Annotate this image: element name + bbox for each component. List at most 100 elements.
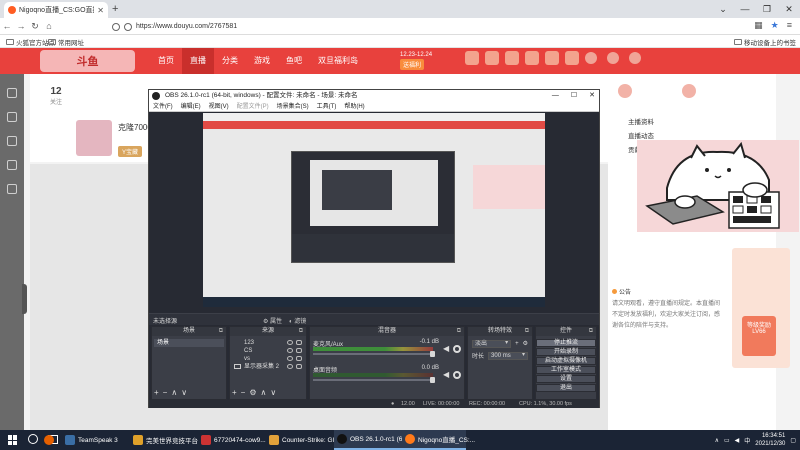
nav-live[interactable]: 直播 xyxy=(182,48,214,74)
speaker-icon[interactable]: ◀ xyxy=(443,345,451,353)
nav-games[interactable]: 游戏 xyxy=(246,48,278,74)
obs-maximize-icon[interactable]: ☐ xyxy=(571,90,577,102)
volume-slider[interactable] xyxy=(313,377,435,383)
clock[interactable]: 16:34:51 2021/12/30 xyxy=(755,432,785,448)
download-icon[interactable] xyxy=(465,51,479,65)
visibility-eye-icon[interactable] xyxy=(287,348,293,353)
visibility-eye-icon[interactable] xyxy=(287,340,293,345)
stop-streaming-button[interactable]: 停止推流 xyxy=(536,339,596,347)
upload-icon[interactable] xyxy=(585,52,597,64)
visibility-eye-icon[interactable] xyxy=(287,356,293,361)
transition-duration-input[interactable]: 300 ms xyxy=(488,351,528,360)
gift-icon[interactable] xyxy=(485,51,499,65)
new-tab-icon[interactable]: + xyxy=(112,3,118,15)
close-window-icon[interactable]: ✕ xyxy=(778,0,800,18)
volume-icon[interactable]: ◀ xyxy=(735,437,740,444)
sidebar-category-icon[interactable] xyxy=(7,136,17,146)
history-icon[interactable] xyxy=(505,51,519,65)
reader-icon[interactable]: ▦ xyxy=(754,20,763,31)
obs-titlebar[interactable]: OBS 26.1.0-rc1 (64-bit, windows) - 配置文件:… xyxy=(149,90,599,102)
sidebar-home-icon[interactable] xyxy=(7,88,17,98)
nav-home[interactable]: 首页 xyxy=(150,48,182,74)
menu-icon[interactable]: ≡ xyxy=(787,20,792,31)
browser-tab[interactable]: Nigoqno直播_CS:GO直播_斗鱼... ✕ xyxy=(4,2,108,18)
volume-slider-handle[interactable] xyxy=(430,351,435,357)
tray-up-arrow-icon[interactable]: ∧ xyxy=(715,437,719,444)
taskbar-app-csgo[interactable]: Counter-Strike: Gl... xyxy=(266,430,339,450)
transition-type-select[interactable]: 淡出 xyxy=(472,339,512,348)
sidebar-game-icon[interactable] xyxy=(7,160,17,170)
settings-button[interactable]: 设置 xyxy=(536,375,596,383)
message-icon[interactable] xyxy=(565,51,579,65)
fans-badge-icon[interactable] xyxy=(682,84,696,98)
reload-icon[interactable]: ↻ xyxy=(28,21,42,32)
menu-profile[interactable]: 配置文件(P) xyxy=(237,102,269,111)
source-item[interactable]: vs xyxy=(232,355,304,363)
move-up-icon[interactable]: ∧ xyxy=(261,389,267,397)
windows-start-icon[interactable] xyxy=(8,435,18,445)
nav-fishbar[interactable]: 鱼吧 xyxy=(278,48,310,74)
source-item[interactable]: 123 xyxy=(232,339,304,347)
level-reward-card[interactable]: 等级奖励 LV66 xyxy=(742,316,776,356)
search-icon[interactable] xyxy=(28,434,38,444)
menu-scene-collection[interactable]: 场景集合(S) xyxy=(277,102,309,111)
close-tab-icon[interactable]: ✕ xyxy=(97,6,104,15)
bookmark-star-icon[interactable]: ★ xyxy=(771,20,779,31)
restore-icon[interactable]: ❐ xyxy=(756,0,778,18)
home-icon[interactable]: ⌂ xyxy=(42,21,56,31)
nav-welfare[interactable]: 双旦福利岛 xyxy=(310,48,366,74)
mobile-bookmarks[interactable]: 移动设备上的书签 xyxy=(734,37,796,47)
transition-add-icon[interactable]: + xyxy=(515,341,519,347)
dock-pin-icon[interactable]: ⧉ xyxy=(589,327,593,336)
forward-icon[interactable]: → xyxy=(14,21,28,31)
taskbar-app-obs[interactable]: OBS 26.1.0-rc1 (6... xyxy=(334,430,408,450)
network-icon[interactable]: ▭ xyxy=(724,437,730,444)
minimize-icon[interactable]: — xyxy=(734,0,756,18)
sidebar-follow-icon[interactable] xyxy=(7,112,17,122)
menu-help[interactable]: 帮助(H) xyxy=(344,102,364,111)
volume-slider[interactable] xyxy=(313,351,435,357)
url-bar[interactable]: https://www.douyu.com/2767581 xyxy=(112,20,712,33)
menu-tools[interactable]: 工具(T) xyxy=(317,102,337,111)
menu-view[interactable]: 视图(V) xyxy=(209,102,229,111)
taskbar-app-document[interactable]: 67720474-cow9... xyxy=(198,430,266,450)
follow-icon[interactable] xyxy=(525,51,539,65)
dock-pin-icon[interactable]: ⧉ xyxy=(457,327,461,336)
properties-button[interactable]: ⚙ 属性 xyxy=(263,316,282,325)
source-settings-icon[interactable]: ⚙ xyxy=(249,389,256,397)
notification-center-icon[interactable]: ▢ xyxy=(790,437,796,444)
start-recording-button[interactable]: 开始录制 xyxy=(536,348,596,356)
douyu-logo[interactable]: 斗鱼 xyxy=(40,50,135,72)
notification-icon[interactable] xyxy=(607,52,619,64)
live-feed-link[interactable]: 直播动态 xyxy=(628,130,654,140)
task-icon[interactable] xyxy=(545,51,559,65)
bookmark-item[interactable]: 常用网址 xyxy=(48,37,84,47)
level-reward-panel[interactable]: 等级奖励 LV66 xyxy=(732,248,790,368)
menu-edit[interactable]: 编辑(E) xyxy=(181,102,201,111)
rank-badge-icon[interactable] xyxy=(618,84,632,98)
nav-category[interactable]: 分类 xyxy=(214,48,246,74)
back-icon[interactable]: ← xyxy=(0,21,14,31)
promo-button[interactable]: 送福利 xyxy=(400,59,425,70)
taskbar-app-perfect-world[interactable]: 完美世界竞技平台 xyxy=(130,430,198,450)
speaker-icon[interactable]: ◀ xyxy=(443,371,451,379)
sidebar-settings-icon[interactable] xyxy=(7,184,17,194)
transition-settings-icon[interactable]: ⚙ xyxy=(523,340,528,347)
anchor-name[interactable]: 克隆7000 xyxy=(118,122,152,133)
dock-pin-icon[interactable]: ⧉ xyxy=(219,327,223,336)
avatar[interactable] xyxy=(629,52,641,64)
volume-slider-handle[interactable] xyxy=(430,377,435,383)
remove-scene-icon[interactable]: − xyxy=(163,389,168,397)
exit-button[interactable]: 退出 xyxy=(536,384,596,392)
gear-icon[interactable] xyxy=(453,345,461,353)
obs-preview[interactable] xyxy=(203,113,545,307)
firefox-taskbar-icon[interactable] xyxy=(44,430,54,450)
studio-mode-button[interactable]: 工作室模式 xyxy=(536,366,596,374)
scene-item[interactable]: 场景 xyxy=(154,339,224,347)
anchor-avatar[interactable] xyxy=(76,120,112,156)
remove-source-icon[interactable]: − xyxy=(241,389,246,397)
source-item[interactable]: 显示器采集 2 xyxy=(232,363,304,371)
menu-file[interactable]: 文件(F) xyxy=(153,102,173,111)
promo-banner[interactable]: 12.23-12.24 送福利 xyxy=(400,52,432,70)
dock-pin-icon[interactable]: ⧉ xyxy=(299,327,303,336)
